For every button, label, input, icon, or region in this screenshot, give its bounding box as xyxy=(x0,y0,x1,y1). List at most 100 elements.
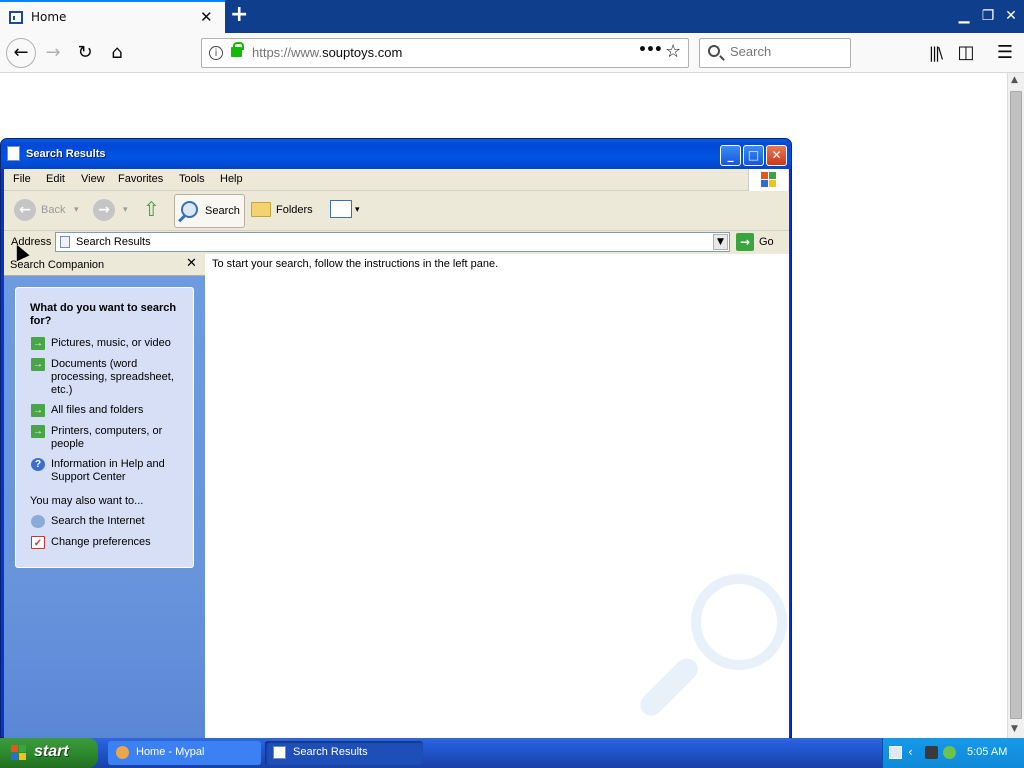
search-results-task-icon xyxy=(273,746,286,759)
back-arrow-icon[interactable]: ← xyxy=(14,199,36,221)
address-field[interactable]: Search Results ▼ xyxy=(55,232,730,252)
pane-title: Search Companion xyxy=(10,259,105,271)
option-label[interactable]: Documents (word processing, spreadsheet,… xyxy=(51,358,181,397)
search-bar[interactable] xyxy=(699,38,851,68)
forward-button[interactable]: → xyxy=(41,41,65,65)
tab-home[interactable]: Home ✕ xyxy=(0,0,225,33)
library-icon[interactable]: |||\ xyxy=(923,41,947,65)
search-internet-icon xyxy=(31,515,45,528)
menu-tools[interactable]: Tools xyxy=(179,173,205,185)
close-tab-icon[interactable]: ✕ xyxy=(200,8,213,26)
address-value[interactable]: Search Results xyxy=(76,236,151,248)
search-magnifier-icon xyxy=(181,201,198,218)
search-input[interactable] xyxy=(730,44,840,59)
folders-icon[interactable] xyxy=(251,202,271,217)
menu-view[interactable]: View xyxy=(81,173,105,185)
browser-navbar: ← → ↻ ⌂ i https://www.souptoys.com ••• ☆… xyxy=(0,33,1024,73)
window-minimize-button[interactable]: _ xyxy=(720,145,741,166)
up-folder-icon[interactable]: ⇧ xyxy=(143,197,160,222)
window-maximize-button[interactable]: □ xyxy=(743,145,764,166)
scroll-down-icon[interactable]: ▼ xyxy=(1011,724,1018,734)
address-dropdown-icon[interactable]: ▼ xyxy=(713,234,728,250)
window-close-button[interactable]: ✕ xyxy=(766,145,787,166)
task-label: Search Results xyxy=(293,746,368,758)
option-label[interactable]: Change preferences xyxy=(51,536,181,549)
search-icon xyxy=(708,45,720,57)
option-label[interactable]: All files and folders xyxy=(51,404,181,417)
window-document-icon xyxy=(7,146,20,161)
bookmark-star-icon[interactable]: ☆ xyxy=(665,41,681,62)
forward-arrow-icon[interactable]: → xyxy=(93,199,115,221)
search-options-card: What do you want to search for? → Pictur… xyxy=(15,287,194,568)
green-arrow-icon: → xyxy=(31,404,45,417)
option-label[interactable]: Search the Internet xyxy=(51,515,181,528)
views-icon[interactable] xyxy=(330,200,352,218)
taskbar-item-mypal[interactable]: Home - Mypal xyxy=(108,741,261,765)
taskbar: start Home - Mypal Search Results ‹ 5:05… xyxy=(0,738,1024,768)
window-body: File Edit View Favorites Tools Help ← Ba… xyxy=(4,169,789,739)
pane-header: Search Companion ✕ xyxy=(4,254,205,276)
address-bar: Address Search Results ▼ → Go xyxy=(4,232,789,254)
search-toolbar-label: Search xyxy=(205,205,240,217)
menu-edit[interactable]: Edit xyxy=(46,173,65,185)
home-button[interactable]: ⌂ xyxy=(105,41,129,65)
go-arrow-icon[interactable]: → xyxy=(736,233,754,251)
menu-help[interactable]: Help xyxy=(220,173,243,185)
page-favicon-icon xyxy=(9,11,23,24)
task-label: Home - Mypal xyxy=(136,746,205,758)
url-prefix: https://www. xyxy=(252,45,323,60)
back-button[interactable]: ← xyxy=(6,38,36,68)
keyboard-icon[interactable] xyxy=(889,746,902,759)
pane-close-icon[interactable]: ✕ xyxy=(186,256,197,271)
menu-file[interactable]: File xyxy=(13,173,31,185)
menu-icon[interactable]: ☰ xyxy=(993,41,1017,65)
reload-button[interactable]: ↻ xyxy=(73,41,97,65)
restore-icon[interactable]: ❐ xyxy=(978,6,998,26)
security-icon[interactable] xyxy=(943,746,956,759)
instruction-text: To start your search, follow the instruc… xyxy=(212,258,499,270)
preferences-icon: ✓ xyxy=(31,536,45,549)
scrollbar-thumb[interactable] xyxy=(1010,91,1022,719)
results-area: To start your search, follow the instruc… xyxy=(205,254,789,739)
minimize-icon[interactable]: ▁ xyxy=(954,6,974,26)
url-text[interactable]: https://www.souptoys.com xyxy=(252,45,402,60)
window-title: Search Results xyxy=(26,148,106,160)
taskbar-item-search-results[interactable]: Search Results xyxy=(265,741,423,765)
also-heading: You may also want to... xyxy=(30,495,144,507)
forward-dropdown-icon[interactable]: ▾ xyxy=(123,204,128,215)
close-window-icon[interactable]: ✕ xyxy=(1001,6,1021,26)
scroll-up-icon[interactable]: ▲ xyxy=(1011,75,1018,85)
back-label[interactable]: Back xyxy=(41,204,65,216)
menu-bar: File Edit View Favorites Tools Help xyxy=(4,169,789,191)
option-label[interactable]: Printers, computers, or people xyxy=(51,425,181,451)
page-scrollbar[interactable]: ▲ ▼ xyxy=(1007,73,1024,738)
green-arrow-icon: → xyxy=(31,425,45,438)
window-titlebar[interactable]: Search Results _ □ ✕ xyxy=(1,139,791,169)
option-label[interactable]: Information in Help and Support Center xyxy=(51,458,181,484)
folders-label[interactable]: Folders xyxy=(276,204,313,216)
sidebar-icon[interactable]: ◫ xyxy=(954,41,978,65)
search-companion-pane: Search Companion ✕ What do you want to s… xyxy=(4,254,205,739)
back-dropdown-icon[interactable]: ▾ xyxy=(74,204,79,215)
search-toolbar-button[interactable]: Search xyxy=(174,194,245,228)
option-label[interactable]: Pictures, music, or video xyxy=(51,337,181,350)
watermark-magnifier-icon xyxy=(691,574,787,670)
search-question: What do you want to search for? xyxy=(30,302,177,327)
tray-expand-icon[interactable]: ‹ xyxy=(908,745,921,759)
url-domain: souptoys.com xyxy=(322,45,403,60)
help-icon: ? xyxy=(31,458,45,471)
start-button[interactable]: start xyxy=(0,738,98,768)
page-actions-icon[interactable]: ••• xyxy=(638,42,663,58)
url-bar[interactable]: i https://www.souptoys.com ••• ☆ xyxy=(201,38,689,68)
network-icon[interactable] xyxy=(925,746,938,759)
menu-favorites[interactable]: Favorites xyxy=(118,173,163,185)
browser-tabbar: Home ✕ + ▁ ❐ ✕ xyxy=(0,0,1024,33)
new-tab-button[interactable]: + xyxy=(230,2,248,27)
start-label: start xyxy=(34,743,69,760)
site-info-icon[interactable]: i xyxy=(209,46,223,60)
mypal-icon xyxy=(116,746,129,759)
clock: 5:05 AM xyxy=(967,746,1008,758)
green-arrow-icon: → xyxy=(31,358,45,371)
go-button-label[interactable]: Go xyxy=(759,236,774,248)
views-dropdown-icon[interactable]: ▾ xyxy=(355,204,360,215)
